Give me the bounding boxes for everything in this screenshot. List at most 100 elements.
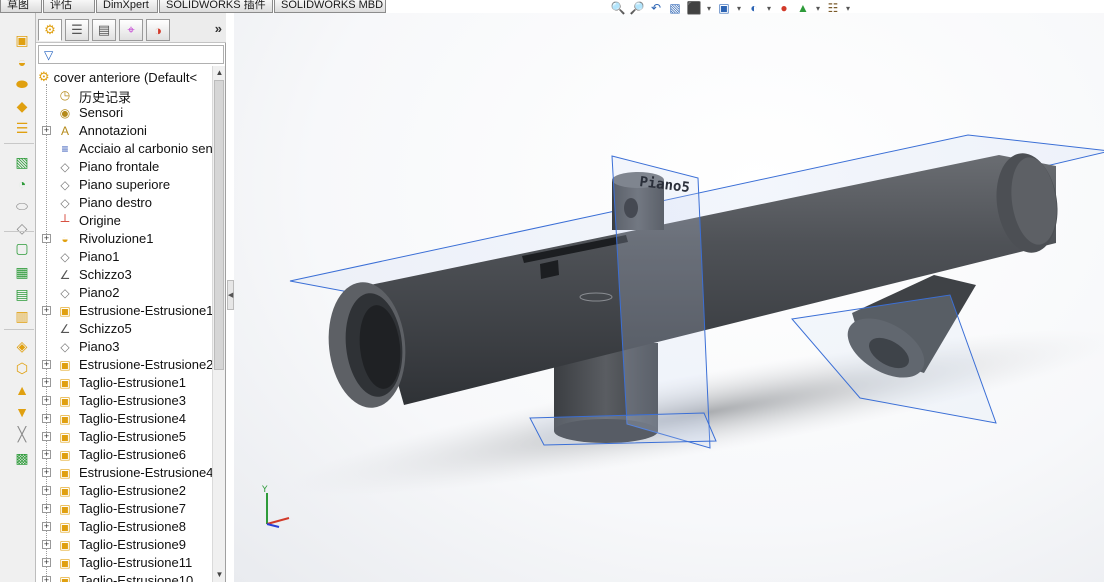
tree-item[interactable]: + A Annotazioni bbox=[36, 122, 212, 140]
chevron-down-icon[interactable]: ▾ bbox=[735, 1, 743, 16]
tree-item[interactable]: + ▣ Taglio-Estrusione10 bbox=[36, 572, 212, 582]
zoom-to-fit-icon[interactable]: 🔍 bbox=[610, 1, 626, 16]
revolved-cut-icon[interactable]: ◔ bbox=[12, 175, 32, 193]
tree-item[interactable]: ◉ Sensori bbox=[36, 104, 212, 122]
chevron-double-right-icon[interactable]: » bbox=[215, 21, 222, 36]
expand-icon[interactable]: + bbox=[42, 396, 51, 405]
hide-show-icon[interactable]: ◐ bbox=[746, 1, 762, 16]
tree-root-part[interactable]: ⚙ cover anteriore (Default< bbox=[38, 68, 197, 86]
tree-item[interactable]: + ▣ Estrusione-Estrusione4 bbox=[36, 464, 212, 482]
tree-item-label: Estrusione-Estrusione4 bbox=[79, 465, 212, 480]
draft-icon[interactable]: ▥ bbox=[12, 307, 32, 325]
expand-icon[interactable]: + bbox=[42, 306, 51, 315]
expand-icon[interactable]: + bbox=[42, 126, 51, 135]
tab-solidworks-addins[interactable]: SOLIDWORKS 插件 bbox=[159, 0, 273, 13]
feature-tree-filter[interactable]: ▽ bbox=[38, 45, 224, 64]
tree-item[interactable]: + ▣ Taglio-Estrusione4 bbox=[36, 410, 212, 428]
tree-item[interactable]: ◇ Piano2 bbox=[36, 284, 212, 302]
expand-icon[interactable]: + bbox=[42, 576, 51, 582]
tree-item[interactable]: ◷ 历史记录 bbox=[36, 86, 212, 105]
chevron-down-icon[interactable]: ▾ bbox=[765, 1, 773, 16]
dimxpert-manager-tab-icon[interactable]: ⌖ bbox=[119, 19, 143, 41]
rib-icon[interactable]: ▤ bbox=[12, 285, 32, 303]
expand-icon[interactable]: + bbox=[42, 504, 51, 513]
tree-item[interactable]: + ▣ Estrusione-Estrusione2 bbox=[36, 356, 212, 374]
display-manager-tab-icon[interactable]: ◑ bbox=[146, 19, 170, 41]
reference-geometry-icon[interactable]: ◈ bbox=[12, 337, 32, 355]
tree-item-label: Rivoluzione1 bbox=[79, 231, 154, 246]
linear-pattern-icon[interactable]: ▦ bbox=[12, 263, 32, 281]
tree-item[interactable]: + ▣ Taglio-Estrusione7 bbox=[36, 500, 212, 518]
expand-icon[interactable]: + bbox=[42, 378, 51, 387]
tree-item[interactable]: + ◒ Rivoluzione1 bbox=[36, 230, 212, 248]
swept-boss-icon[interactable]: ⬬ bbox=[12, 75, 32, 93]
previous-view-icon[interactable]: ↶ bbox=[648, 1, 664, 16]
collapse-panel-handle[interactable]: ◀ bbox=[227, 280, 234, 310]
configuration-manager-tab-icon[interactable]: ▤ bbox=[92, 19, 116, 41]
tree-item[interactable]: ┴ Origine bbox=[36, 212, 212, 230]
mirror-icon[interactable]: ▩ bbox=[12, 449, 32, 467]
chevron-down-icon[interactable]: ▾ bbox=[705, 1, 713, 16]
expand-icon[interactable]: + bbox=[42, 234, 51, 243]
scroll-down-icon[interactable]: ▼ bbox=[214, 569, 225, 581]
boundary-boss-icon[interactable]: ☰ bbox=[12, 119, 32, 137]
expand-icon[interactable]: + bbox=[42, 540, 51, 549]
edit-appearance-icon[interactable]: ● bbox=[776, 1, 792, 16]
fillet-icon[interactable]: ▢ bbox=[12, 239, 32, 257]
tree-item[interactable]: + ▣ Taglio-Estrusione8 bbox=[36, 518, 212, 536]
tab-solidworks-mbd[interactable]: SOLIDWORKS MBD bbox=[274, 0, 386, 13]
tree-item[interactable]: ∠ Schizzo3 bbox=[36, 266, 212, 284]
feature-tree-scrollbar[interactable]: ▲ ▼ bbox=[212, 66, 225, 582]
tree-item[interactable]: + ▣ Taglio-Estrusione1 bbox=[36, 374, 212, 392]
tree-item[interactable]: ◇ Piano superiore bbox=[36, 176, 212, 194]
expand-icon[interactable]: + bbox=[42, 450, 51, 459]
property-manager-tab-icon[interactable]: ☰ bbox=[65, 19, 89, 41]
chevron-down-icon[interactable]: ▾ bbox=[814, 1, 822, 16]
expand-icon[interactable]: + bbox=[42, 522, 51, 531]
graphics-area[interactable]: Piano5 Y bbox=[234, 13, 1104, 582]
tree-item[interactable]: ≡ Acciaio al carbonio sen bbox=[36, 140, 212, 158]
expand-icon[interactable]: + bbox=[42, 360, 51, 369]
extruded-boss-icon[interactable]: ▣ bbox=[12, 31, 32, 49]
revolve-icon: ◒ bbox=[61, 232, 69, 246]
expand-icon[interactable]: + bbox=[42, 468, 51, 477]
apply-scene-icon[interactable]: ▲ bbox=[795, 1, 811, 16]
tree-item[interactable]: + ▣ Estrusione-Estrusione1 bbox=[36, 302, 212, 320]
tree-item[interactable]: + ▣ Taglio-Estrusione5 bbox=[36, 428, 212, 446]
view-settings-icon[interactable]: ☷ bbox=[825, 1, 841, 16]
expand-icon[interactable]: + bbox=[42, 558, 51, 567]
chevron-down-icon[interactable]: ▾ bbox=[844, 1, 852, 16]
extruded-cut-icon[interactable]: ▧ bbox=[12, 153, 32, 171]
wrap-icon[interactable]: ▼ bbox=[12, 403, 32, 421]
expand-icon[interactable]: + bbox=[42, 414, 51, 423]
tree-item[interactable]: ◇ Piano1 bbox=[36, 248, 212, 266]
section-view-icon[interactable]: ▧ bbox=[667, 1, 683, 16]
tab-evaluate[interactable]: 评估 bbox=[43, 0, 95, 13]
lofted-cut-icon[interactable]: ◇ bbox=[12, 219, 32, 237]
tree-item[interactable]: ◇ Piano frontale bbox=[36, 158, 212, 176]
tree-item[interactable]: + ▣ Taglio-Estrusione2 bbox=[36, 482, 212, 500]
revolved-boss-icon[interactable]: ◒ bbox=[12, 53, 32, 71]
expand-icon[interactable]: + bbox=[42, 432, 51, 441]
tab-dimxpert[interactable]: DimXpert bbox=[96, 0, 158, 13]
expand-icon[interactable]: + bbox=[42, 486, 51, 495]
zoom-area-icon[interactable]: 🔎 bbox=[629, 1, 645, 16]
display-style-icon[interactable]: ▣ bbox=[716, 1, 732, 16]
tree-item[interactable]: + ▣ Taglio-Estrusione11 bbox=[36, 554, 212, 572]
scroll-up-icon[interactable]: ▲ bbox=[214, 67, 225, 79]
tree-item[interactable]: ◇ Piano3 bbox=[36, 338, 212, 356]
swept-cut-icon[interactable]: ⬭ bbox=[12, 197, 32, 215]
view-orientation-icon[interactable]: ⬛ bbox=[686, 1, 702, 16]
tree-item[interactable]: ◇ Piano destro bbox=[36, 194, 212, 212]
tree-item[interactable]: + ▣ Taglio-Estrusione9 bbox=[36, 536, 212, 554]
intersect-icon[interactable]: ╳ bbox=[12, 425, 32, 443]
feature-tree-tab-icon[interactable]: ⚙ bbox=[38, 19, 62, 41]
scrollbar-thumb[interactable] bbox=[214, 80, 224, 370]
instant3d-icon[interactable]: ▲ bbox=[12, 381, 32, 399]
curves-icon[interactable]: ⬡ bbox=[12, 359, 32, 377]
tree-item[interactable]: + ▣ Taglio-Estrusione3 bbox=[36, 392, 212, 410]
lofted-boss-icon[interactable]: ◆ bbox=[12, 97, 32, 115]
tab-sketch[interactable]: 草图 bbox=[0, 0, 42, 13]
tree-item[interactable]: + ▣ Taglio-Estrusione6 bbox=[36, 446, 212, 464]
tree-item[interactable]: ∠ Schizzo5 bbox=[36, 320, 212, 338]
